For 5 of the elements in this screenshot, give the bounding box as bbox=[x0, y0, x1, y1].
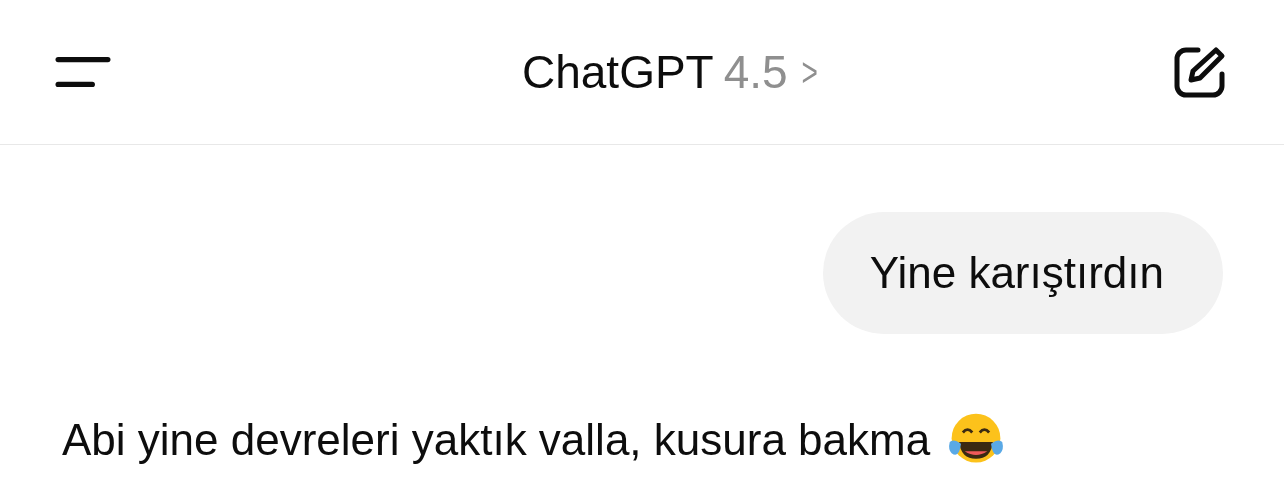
model-selector[interactable]: ChatGPT 4.5 > bbox=[521, 45, 821, 99]
menu-icon[interactable] bbox=[55, 56, 111, 88]
edit-icon[interactable] bbox=[1172, 44, 1228, 100]
assistant-message: Abi yine devreleri yaktık valla, kusura bakma bbox=[62, 415, 931, 465]
user-message: Yine karıştırdın bbox=[822, 212, 1223, 334]
